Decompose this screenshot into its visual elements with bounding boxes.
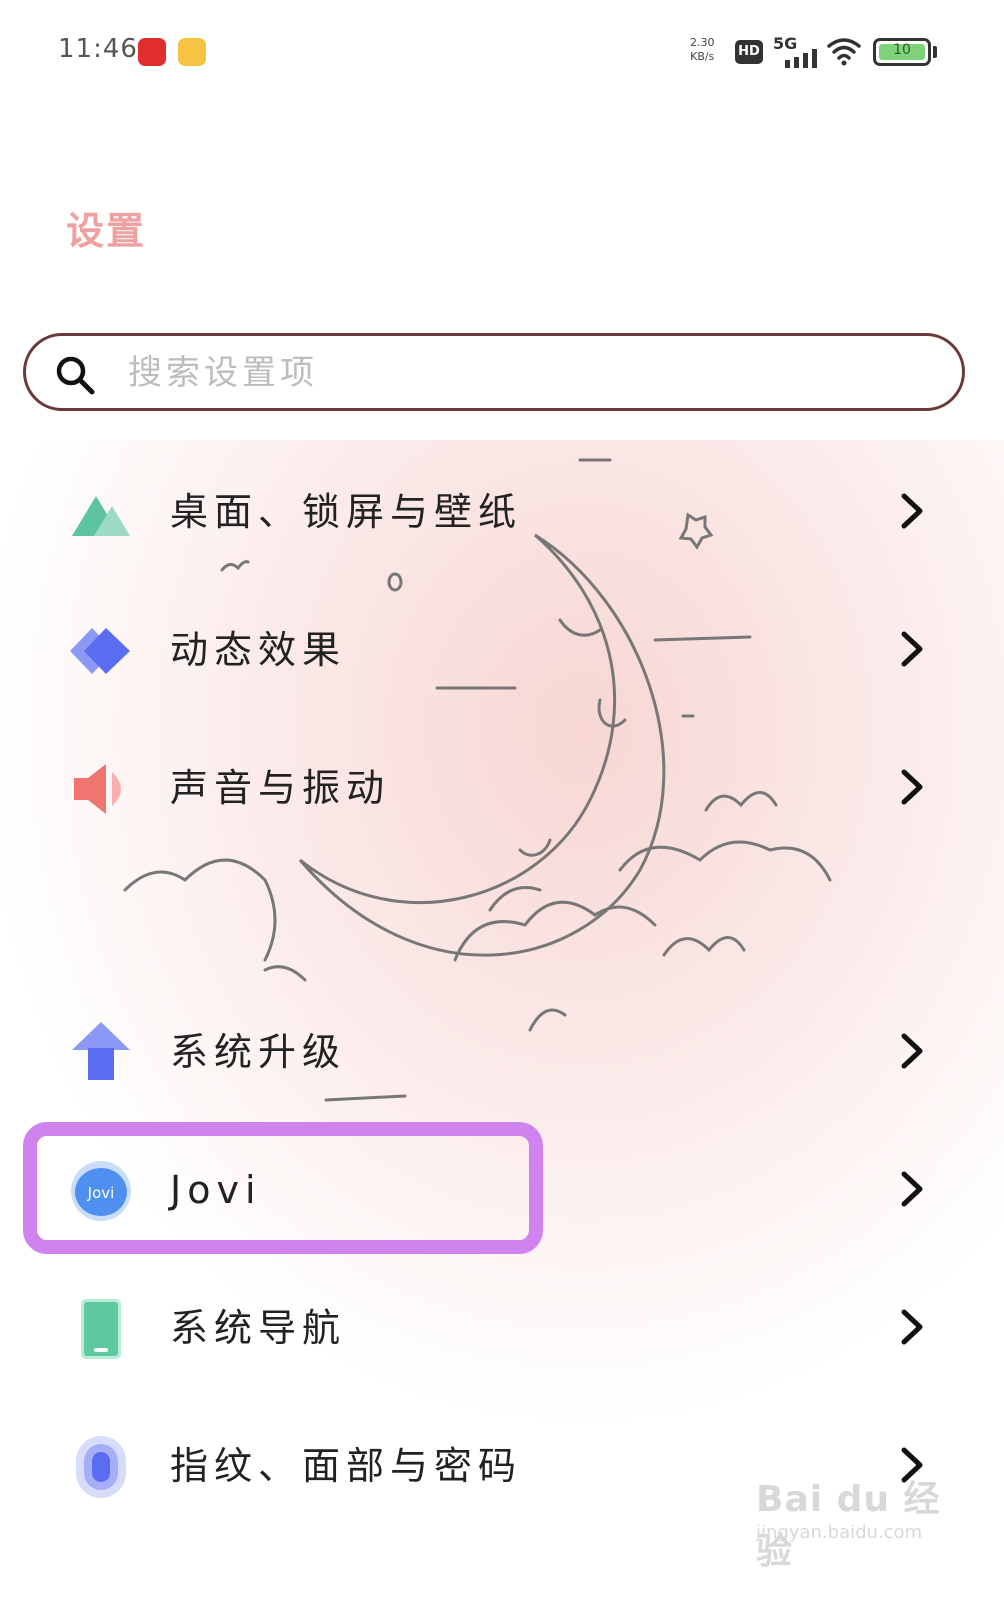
settings-item-label: 系统导航 — [170, 1306, 347, 1350]
network-speed-unit: KB/s — [690, 50, 715, 63]
settings-item-sound[interactable]: 声音与振动 — [0, 718, 1004, 856]
weibo-icon — [178, 38, 206, 66]
battery-level: 10 — [893, 42, 911, 58]
page-title: 设置 — [66, 209, 147, 253]
chevron-right-icon — [901, 1171, 923, 1207]
signal-icon — [785, 49, 817, 68]
jovi-icon-text: Jovi — [87, 1184, 115, 1202]
settings-list: 桌面、锁屏与壁纸 动态效果 声音与振动 系统升级 Jovi Jovi 系统导航 … — [0, 440, 1004, 1600]
chevron-right-icon — [901, 1309, 923, 1345]
settings-item-label: 声音与振动 — [170, 766, 391, 810]
phone-navigation-icon — [81, 1299, 121, 1359]
settings-item-animation[interactable]: 动态效果 — [0, 580, 1004, 718]
settings-item-label: 指纹、面部与密码 — [170, 1444, 523, 1488]
chevron-right-icon — [901, 1033, 923, 1069]
network-speed: 2.30 KB/s — [690, 36, 715, 64]
search-input[interactable] — [126, 336, 950, 410]
search-bar[interactable] — [23, 333, 965, 411]
diamond-icon — [70, 628, 130, 674]
status-time: 11:46 — [58, 34, 138, 64]
jovi-icon: Jovi — [71, 1161, 131, 1221]
settings-item-label: 系统升级 — [170, 1030, 347, 1074]
status-bar: 11:46 2.30 KB/s HD 5G 10 — [0, 0, 1004, 100]
settings-item-label: 动态效果 — [170, 628, 347, 672]
chevron-right-icon — [901, 631, 923, 667]
search-icon — [56, 356, 95, 395]
settings-item-label: Jovi — [170, 1168, 262, 1212]
chevron-right-icon — [901, 493, 923, 529]
chevron-right-icon — [901, 769, 923, 805]
battery-indicator: 10 — [873, 38, 931, 66]
network-speed-value: 2.30 — [690, 36, 715, 49]
settings-item-jovi[interactable]: Jovi Jovi — [0, 1120, 1004, 1258]
wifi-icon — [827, 38, 861, 66]
settings-item-fingerprint[interactable]: 指纹、面部与密码 — [0, 1396, 1004, 1534]
upgrade-arrow-icon — [72, 1022, 130, 1080]
battery-cap — [933, 46, 937, 58]
speaker-icon — [74, 764, 121, 814]
chevron-right-icon — [901, 1447, 923, 1483]
mountain-icon — [72, 496, 130, 536]
settings-item-navigation[interactable]: 系统导航 — [0, 1258, 1004, 1396]
hd-badge: HD — [735, 40, 763, 64]
netease-music-icon — [138, 38, 166, 66]
settings-item-label: 桌面、锁屏与壁纸 — [170, 490, 523, 534]
settings-item-system-upgrade[interactable]: 系统升级 — [0, 982, 1004, 1120]
settings-item-wallpaper[interactable]: 桌面、锁屏与壁纸 — [0, 442, 1004, 580]
fingerprint-icon — [76, 1436, 126, 1498]
